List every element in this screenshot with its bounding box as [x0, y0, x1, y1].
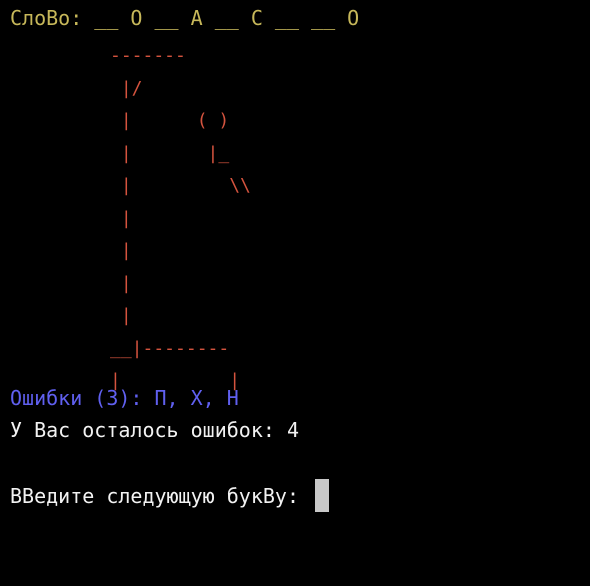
- text-cursor[interactable]: [315, 479, 330, 512]
- hidden-word-line: СлоВо: __ О __ А __ С __ __ О: [10, 6, 360, 30]
- hangman-gallows-art: ------- |/ | ( ) | |_ | \\ | | | | __|--…: [110, 45, 251, 391]
- gallows-area: [10, 35, 585, 382]
- remaining-errors-line: У Вас осталось ошибок: 4: [10, 418, 299, 442]
- terminal-window[interactable]: СлоВо: __ О __ А __ С __ __ О Ошибки (3)…: [10, 2, 585, 582]
- errors-line: Ошибки (3): П, Х, Н: [10, 385, 239, 410]
- input-prompt-line[interactable]: ВВедите следующую букВу:: [10, 479, 585, 512]
- prompt-text: ВВедите следующую букВу:: [10, 484, 312, 508]
